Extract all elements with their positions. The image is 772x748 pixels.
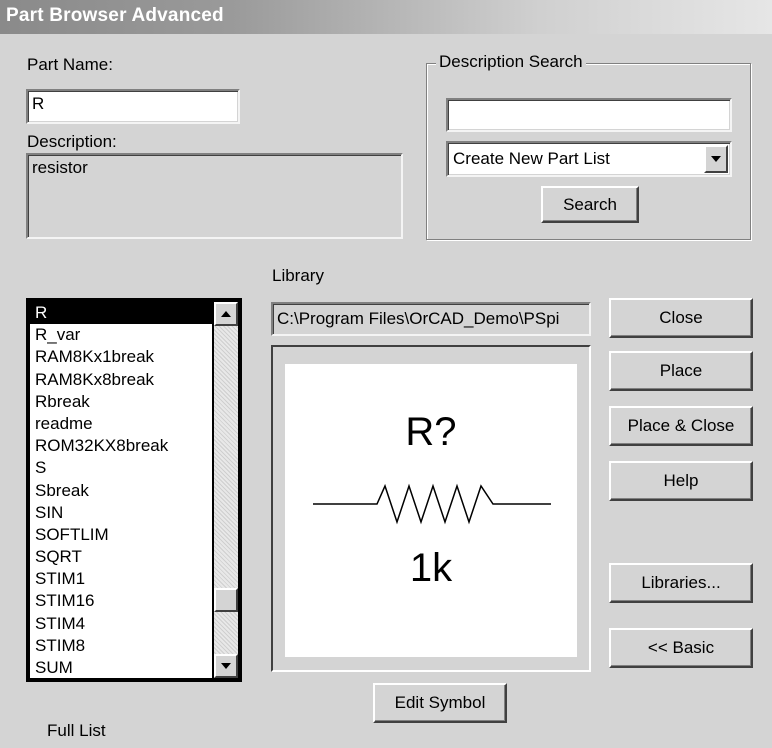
list-item[interactable]: Sbreak xyxy=(30,480,212,502)
full-list-label: Full List xyxy=(47,721,106,740)
close-button[interactable]: Close xyxy=(609,298,753,338)
description-field: resistor xyxy=(26,153,403,239)
place-button[interactable]: Place xyxy=(609,351,753,391)
library-path-field: C:\Program Files\OrCAD_Demo\PSpi xyxy=(271,302,591,336)
description-label: Description: xyxy=(27,132,117,151)
edit-symbol-button[interactable]: Edit Symbol xyxy=(373,683,507,723)
window-title: Part Browser Advanced xyxy=(6,5,224,26)
window-title-bar[interactable]: Part Browser Advanced xyxy=(0,0,772,34)
list-item[interactable]: SUM xyxy=(30,657,212,678)
dropdown-arrow-icon[interactable] xyxy=(704,145,728,173)
list-item[interactable]: SOFTLIM xyxy=(30,524,212,546)
search-button[interactable]: Search xyxy=(541,186,639,223)
down-arrow-icon[interactable] xyxy=(214,654,238,678)
list-item[interactable]: STIM8 xyxy=(30,635,212,657)
part-name-input[interactable]: R xyxy=(26,89,240,124)
preview-value: 1k xyxy=(409,546,453,590)
list-item[interactable]: ROM32KX8break xyxy=(30,435,212,457)
list-item[interactable]: STIM4 xyxy=(30,613,212,635)
list-item[interactable]: STIM1 xyxy=(30,568,212,590)
preview-refdes: R? xyxy=(405,410,457,454)
library-label: Library xyxy=(272,266,324,285)
list-item[interactable]: STIM16 xyxy=(30,590,212,612)
symbol-preview-frame: R? 1k xyxy=(271,345,591,672)
list-item[interactable]: Rbreak xyxy=(30,391,212,413)
help-button[interactable]: Help xyxy=(609,461,753,501)
list-item[interactable]: RAM8Kx1break xyxy=(30,346,212,368)
part-list-scrollbar[interactable] xyxy=(214,302,238,678)
part-list-frame: R R_var RAM8Kx1break RAM8Kx8break Rbreak read… xyxy=(26,298,242,682)
list-item[interactable]: R_var xyxy=(30,324,212,346)
resistor-symbol-icon xyxy=(313,483,551,525)
place-and-close-button[interactable]: Place & Close xyxy=(609,406,753,446)
list-item-selected[interactable]: R xyxy=(30,302,212,325)
part-list-items: R R_var RAM8Kx1break RAM8Kx8break Rbreak read… xyxy=(30,302,212,678)
scrollbar-thumb[interactable] xyxy=(214,588,238,612)
list-item[interactable]: readme xyxy=(30,413,212,435)
description-search-title: Description Search xyxy=(436,52,586,72)
description-search-input[interactable] xyxy=(446,98,732,132)
list-item[interactable]: SIN xyxy=(30,502,212,524)
up-arrow-icon[interactable] xyxy=(214,302,238,326)
dropdown-selected-value: Create New Part List xyxy=(453,149,610,168)
part-name-label: Part Name: xyxy=(27,55,113,74)
basic-button[interactable]: << Basic xyxy=(609,628,753,668)
part-list[interactable]: R R_var RAM8Kx1break RAM8Kx8break Rbreak read… xyxy=(30,302,212,678)
list-item[interactable]: RAM8Kx8break xyxy=(30,369,212,391)
libraries-button[interactable]: Libraries... xyxy=(609,563,753,603)
symbol-preview: R? 1k xyxy=(285,364,577,657)
list-item[interactable]: S xyxy=(30,457,212,479)
part-list-dropdown[interactable]: Create New Part List xyxy=(446,141,732,177)
list-item[interactable]: SQRT xyxy=(30,546,212,568)
library-path: C:\Program Files\OrCAD_Demo\PSpi xyxy=(277,309,560,328)
